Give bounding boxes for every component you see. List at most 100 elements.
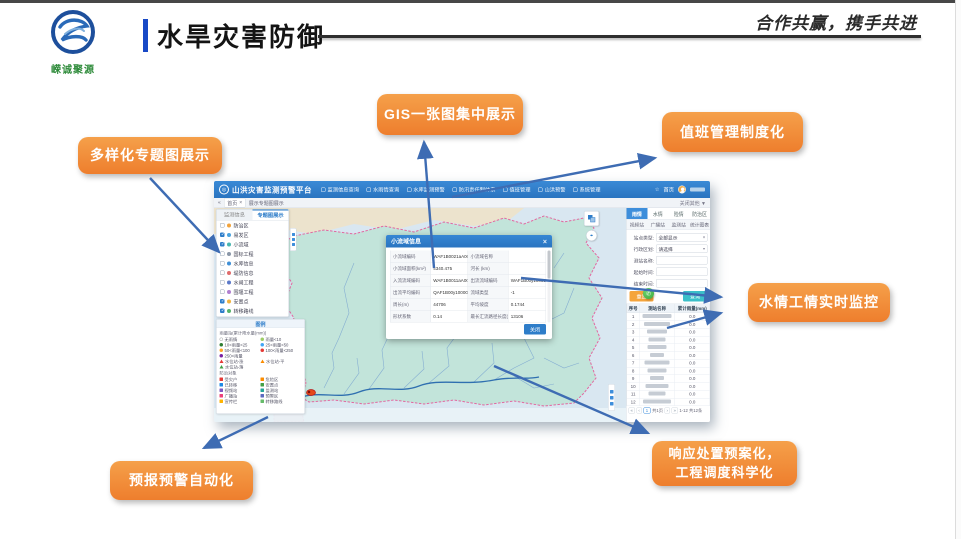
table-row[interactable]: 50.0	[627, 344, 710, 352]
dialog-row: 小流域编码WAF1B0021aA00000小流域名称	[390, 251, 546, 263]
table-row[interactable]: 70.0	[627, 359, 710, 367]
basemap-switch-button[interactable]	[584, 211, 599, 226]
station-tab-防治区[interactable]: 防治区	[689, 208, 710, 219]
table-cell: 0.0	[675, 336, 710, 344]
chevron-down-icon: ▾	[703, 247, 705, 252]
layer-item[interactable]: 水库信息	[217, 259, 289, 269]
legend-swatch	[220, 343, 224, 347]
form-input[interactable]	[656, 256, 708, 265]
legend-swatch	[261, 378, 265, 382]
layer-item[interactable]: 堤防信息	[217, 268, 289, 278]
dialog-field-value: 0.14	[431, 311, 468, 323]
callout-duty-management: 值班管理制度化	[662, 112, 803, 152]
station-tab-险情[interactable]: 险情	[668, 208, 689, 219]
table-cell: 2	[627, 321, 640, 329]
app-menu-item[interactable]: 水雨情查询	[367, 186, 400, 194]
app-header: ◎ 山洪灾害监测预警平台 监测信息查询水雨情查询水库监测预警防汛责任制体系值班管…	[214, 181, 710, 198]
menu-item-icon	[503, 187, 508, 192]
app-menu-item[interactable]: 防汛责任制体系	[452, 186, 495, 194]
dialog-field-value	[508, 251, 545, 263]
layer-item[interactable]: 转移路线	[217, 306, 289, 316]
layers-tab-1[interactable]: 专题图展示	[253, 210, 289, 221]
dialog-scrollbar[interactable]	[548, 251, 551, 323]
layer-checkbox[interactable]	[220, 242, 225, 247]
dialog-field-label: 小流域编码	[391, 251, 431, 263]
layer-item[interactable]: 围堰工程	[217, 287, 289, 297]
station-tab-视频站[interactable]: 视频站	[627, 220, 648, 230]
back-icon[interactable]: «	[218, 200, 221, 206]
form-row: 起始时间:	[629, 266, 708, 278]
home-star-icon[interactable]: ☆	[655, 187, 660, 193]
table-row[interactable]: 80.0	[627, 367, 710, 375]
close-others-dropdown[interactable]: 关闭其他 ▼	[680, 199, 706, 207]
layer-checkbox[interactable]	[220, 261, 225, 266]
panel-collapse-handle[interactable]	[290, 228, 297, 251]
layer-checkbox[interactable]	[220, 309, 225, 314]
layer-checkbox[interactable]	[220, 299, 225, 304]
layer-checkbox[interactable]	[220, 252, 225, 257]
layer-checkbox[interactable]	[220, 233, 225, 238]
layers-tab-0[interactable]: 监测信息	[217, 210, 253, 221]
station-tab-广播站[interactable]: 广播站	[647, 220, 668, 230]
app-menu-item[interactable]: 系统管理	[573, 186, 601, 194]
pagination-prev[interactable]: ‹	[636, 408, 641, 414]
form-select[interactable]: 请选择▾	[656, 245, 708, 254]
dialog-close-button[interactable]: 关闭	[524, 324, 546, 335]
open-tab-label: 首页	[227, 199, 237, 207]
dialog-field-label: 小流域名称	[468, 251, 508, 263]
query-button[interactable]: 查询	[683, 291, 707, 302]
table-row[interactable]: 100.0	[627, 383, 710, 391]
home-link[interactable]: 首页	[664, 186, 675, 194]
app-menu-item[interactable]: 水库监测预警	[407, 186, 445, 194]
layer-checkbox[interactable]	[220, 271, 225, 276]
dialog-close-icon[interactable]: ×	[543, 237, 547, 245]
locate-button[interactable]: ⌖	[586, 230, 597, 241]
dialog-row: 周长(m)44706平均坡度0.1744	[390, 299, 546, 311]
layer-item[interactable]: 国标工程	[217, 249, 289, 259]
layer-checkbox[interactable]	[220, 280, 225, 285]
pagination-current-page[interactable]: 1	[643, 408, 650, 414]
collapsed-toolbar[interactable]	[608, 384, 615, 411]
pagination-next[interactable]: ›	[665, 408, 670, 414]
table-row[interactable]: 120.0	[627, 398, 710, 406]
app-menu-item[interactable]: 山洪预警	[538, 186, 566, 194]
open-tab[interactable]: 首页 ×	[224, 198, 246, 208]
layer-item[interactable]: 防治区	[217, 221, 289, 231]
app-logo-icon: ◎	[219, 185, 229, 195]
form-input[interactable]	[656, 279, 708, 288]
avatar[interactable]	[678, 186, 686, 194]
pagination-last[interactable]: »	[671, 408, 677, 414]
layer-item[interactable]: 易发区	[217, 230, 289, 240]
tab-close-icon[interactable]: ×	[239, 200, 242, 206]
pagination-first[interactable]: «	[629, 408, 635, 414]
table-row[interactable]: 90.0	[627, 375, 710, 383]
layer-item[interactable]: 安置点	[217, 297, 289, 307]
layer-checkbox[interactable]	[220, 223, 225, 228]
menu-item-label: 水雨情查询	[373, 186, 399, 194]
table-row[interactable]: 40.0	[627, 336, 710, 344]
app-menu-item[interactable]: 值班管理	[503, 186, 531, 194]
layer-item[interactable]: 水闸工程	[217, 278, 289, 288]
form-label: 起始时间:	[629, 268, 654, 275]
table-cell: 10	[627, 383, 640, 391]
form-input[interactable]	[656, 268, 708, 277]
app-menu-item[interactable]: 监测信息查询	[321, 186, 359, 194]
station-tab-统计图表[interactable]: 统计图表	[689, 220, 710, 230]
table-row[interactable]: 110.0	[627, 390, 710, 398]
table-row[interactable]: 20.0	[627, 321, 710, 329]
layer-label: 转移路线	[234, 307, 254, 315]
callout-gis-label: GIS一张图集中展示	[384, 104, 516, 124]
layer-icon	[227, 223, 231, 227]
form-select[interactable]: 全部显示▾	[656, 233, 708, 242]
layer-checkbox[interactable]	[220, 290, 225, 295]
station-tab-雨情[interactable]: 雨情	[627, 208, 648, 219]
station-tab-监测站[interactable]: 监测站	[668, 220, 689, 230]
floating-service-button[interactable]: ✆	[643, 288, 654, 299]
layer-item[interactable]: 小流域	[217, 240, 289, 250]
station-tab-水情[interactable]: 水情	[647, 208, 668, 219]
table-row[interactable]: 10.0	[627, 313, 710, 321]
pagination: «‹1共1页›»1-12 共12条	[627, 406, 711, 415]
legend-label: 转移路线	[266, 399, 283, 405]
table-row[interactable]: 30.0	[627, 328, 710, 336]
table-row[interactable]: 60.0	[627, 352, 710, 360]
